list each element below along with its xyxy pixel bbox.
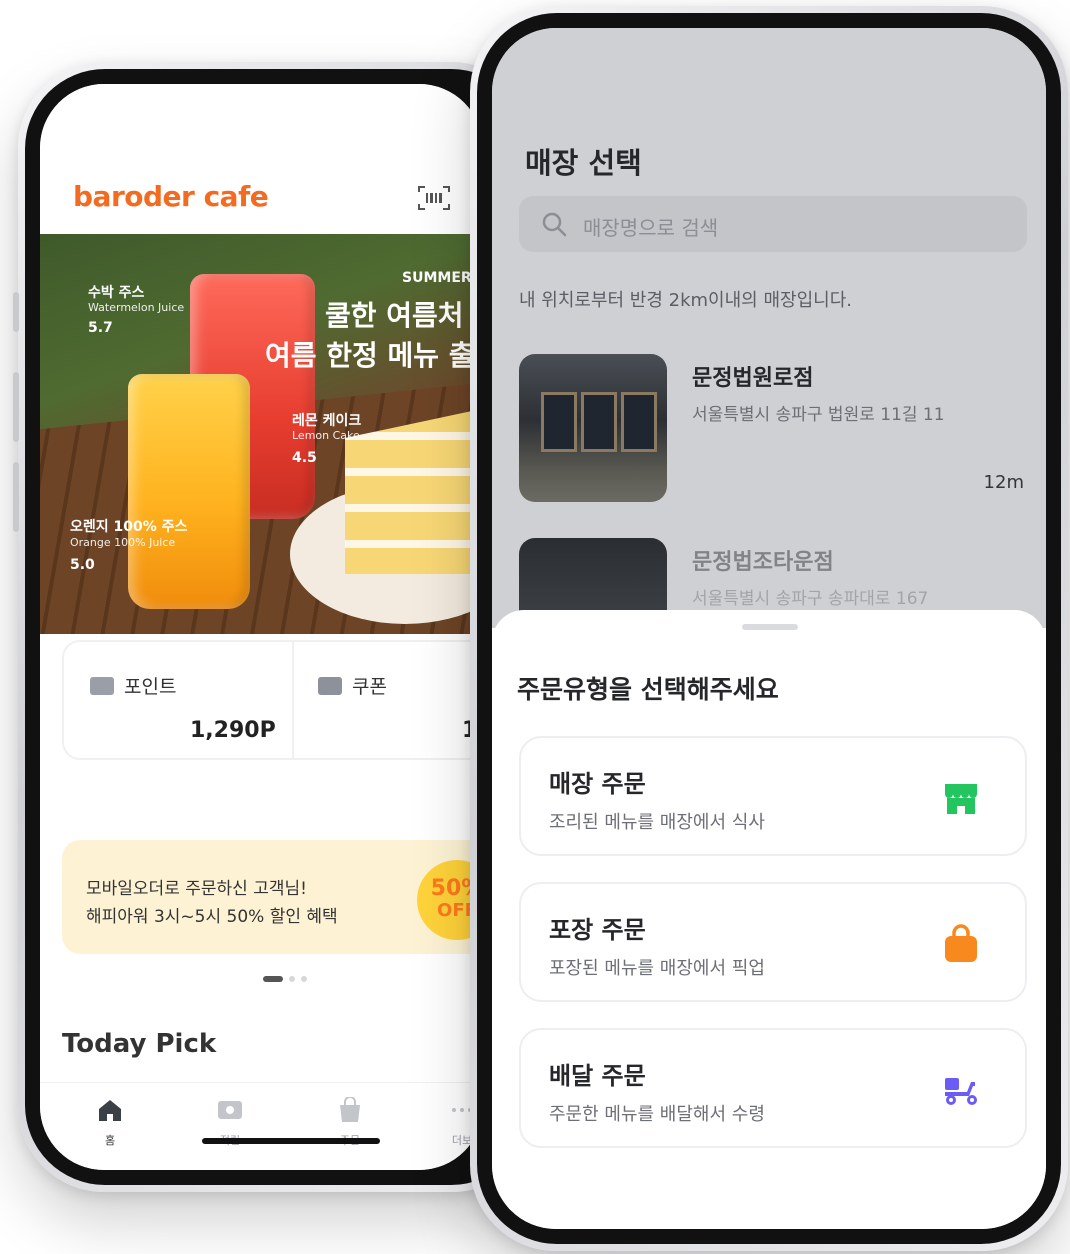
shopping-bag-icon bbox=[945, 924, 977, 962]
points-value: 1,290P bbox=[190, 718, 276, 743]
option-desc: 포장된 메뉴를 매장에서 픽업 bbox=[549, 958, 765, 979]
points-coupon-card: 포인트 1,290P 쿠폰 1 bbox=[62, 640, 483, 760]
sheet-title: 주문유형을 선택해주세요 bbox=[517, 675, 779, 704]
item-2-price: 4.5 bbox=[292, 450, 317, 466]
tab-home[interactable]: 홈 bbox=[80, 1097, 140, 1148]
carousel-dot-active[interactable] bbox=[263, 976, 283, 982]
home-icon bbox=[99, 1100, 121, 1121]
option-title: 포장 주문 bbox=[549, 916, 646, 944]
app-header: baroder cafe bbox=[40, 84, 483, 234]
item-2-name: 레몬 케이크 bbox=[292, 413, 362, 429]
summer-menu-banner[interactable]: SUMMER 쿨한 여름처 여름 한정 메뉴 출 수박 주스 Watermelo… bbox=[40, 234, 483, 634]
orange-juice-glass bbox=[128, 374, 250, 609]
brand-logo[interactable]: baroder cafe bbox=[73, 180, 269, 213]
points-label[interactable]: 포인트 bbox=[124, 672, 176, 699]
home-indicator[interactable] bbox=[202, 1138, 380, 1144]
volume-up-button bbox=[13, 372, 19, 442]
store-icon bbox=[945, 784, 977, 814]
left-phone-mockup: baroder cafe SUMMER 쿨한 여름처 여름 한정 메뉴 출 수박… bbox=[13, 62, 538, 1192]
option-desc: 주문한 메뉴를 배달해서 수령 bbox=[549, 1104, 765, 1125]
card-divider bbox=[292, 642, 294, 758]
delivery-scooter-icon bbox=[945, 1078, 977, 1105]
today-pick-heading: Today Pick bbox=[62, 1029, 217, 1059]
bag-icon bbox=[340, 1096, 360, 1122]
item-1-en: Watermelon Juice bbox=[88, 301, 185, 314]
store-name[interactable]: 문정법원로점 bbox=[692, 360, 813, 392]
item-2-en: Lemon Cake bbox=[292, 429, 360, 442]
store-address: 서울특별시 송파구 법원로 11길 11 bbox=[692, 405, 945, 425]
coupon-ticket-icon bbox=[318, 677, 342, 695]
option-title: 매장 주문 bbox=[549, 770, 646, 798]
sheet-grabber[interactable] bbox=[742, 624, 798, 630]
barcode-scan-icon[interactable] bbox=[417, 185, 451, 211]
tab-home-label: 홈 bbox=[104, 1134, 116, 1147]
carousel-dot[interactable] bbox=[289, 976, 295, 982]
store-name[interactable]: 문정법조타운점 bbox=[692, 544, 834, 576]
home-screen: baroder cafe SUMMER 쿨한 여름처 여름 한정 메뉴 출 수박… bbox=[40, 84, 483, 1170]
order-type-bottom-sheet: 주문유형을 선택해주세요 매장 주문 조리된 메뉴를 매장에서 식사 포장 주문… bbox=[492, 610, 1046, 1229]
volume-down-button bbox=[13, 462, 19, 532]
store-list-dimmed: 매장 선택 매장명으로 검색 내 위치로부터 반경 2km이내의 매장입니다. … bbox=[492, 28, 1046, 686]
season-tag: SUMMER bbox=[402, 270, 472, 286]
card-icon bbox=[218, 1101, 242, 1119]
store-distance: 12m bbox=[983, 472, 1024, 493]
search-placeholder: 매장명으로 검색 bbox=[583, 216, 719, 240]
points-card-icon bbox=[90, 677, 114, 695]
option-desc: 조리된 메뉴를 매장에서 식사 bbox=[549, 812, 765, 833]
happy-hour-promo-banner[interactable]: 모바일오더로 주문하신 고객님! 해피아워 3시~5시 50% 할인 혜택 50… bbox=[62, 840, 483, 954]
promo-line-1: 모바일오더로 주문하신 고객님! bbox=[86, 879, 307, 899]
bottom-tab-bar: 홈 적립 주문 더보 bbox=[40, 1082, 483, 1170]
right-phone-mockup: 매장 선택 매장명으로 검색 내 위치로부터 반경 2km이내의 매장입니다. … bbox=[470, 6, 1068, 1251]
dine-in-order-option[interactable]: 매장 주문 조리된 메뉴를 매장에서 식사 bbox=[519, 736, 1027, 856]
promo-line-2: 해피아워 3시~5시 50% 할인 혜택 bbox=[86, 907, 338, 927]
delivery-order-option[interactable]: 배달 주문 주문한 메뉴를 배달해서 수령 bbox=[519, 1028, 1027, 1148]
radius-note: 내 위치로부터 반경 2km이내의 매장입니다. bbox=[519, 290, 852, 311]
search-icon bbox=[542, 212, 567, 237]
item-1-name: 수박 주스 bbox=[88, 285, 145, 301]
item-3-price: 5.0 bbox=[70, 557, 95, 573]
store-address: 서울특별시 송파구 송파대로 167 bbox=[692, 589, 929, 609]
store-photo[interactable] bbox=[519, 354, 667, 502]
item-3-en: Orange 100% Juice bbox=[70, 536, 176, 549]
carousel-dot[interactable] bbox=[301, 976, 307, 982]
item-3-name: 오렌지 100% 주스 bbox=[70, 519, 188, 535]
coupon-label[interactable]: 쿠폰 bbox=[352, 672, 387, 699]
takeout-order-option[interactable]: 포장 주문 포장된 메뉴를 매장에서 픽업 bbox=[519, 882, 1027, 1002]
page-title: 매장 선택 bbox=[525, 146, 642, 180]
banner-headline-1: 쿨한 여름처 bbox=[325, 299, 464, 332]
store-select-screen: 매장 선택 매장명으로 검색 내 위치로부터 반경 2km이내의 매장입니다. … bbox=[492, 28, 1046, 1229]
option-title: 배달 주문 bbox=[549, 1062, 646, 1090]
banner-headline-2: 여름 한정 메뉴 출 bbox=[265, 339, 475, 372]
item-1-price: 5.7 bbox=[88, 320, 113, 336]
mute-switch bbox=[13, 292, 19, 332]
store-search-input[interactable]: 매장명으로 검색 bbox=[519, 196, 1027, 252]
